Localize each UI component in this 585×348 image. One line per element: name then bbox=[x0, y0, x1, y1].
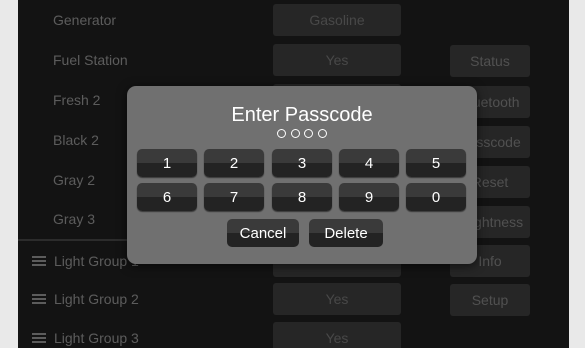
key-4[interactable]: 4 bbox=[339, 149, 399, 177]
delete-button[interactable]: Delete bbox=[309, 219, 383, 247]
cancel-button[interactable]: Cancel bbox=[227, 219, 299, 247]
passcode-indicator bbox=[127, 127, 477, 141]
key-5[interactable]: 5 bbox=[406, 149, 466, 177]
screen: Generator Gasoline Fuel Station Yes Fres… bbox=[18, 0, 569, 348]
digit-indicator-icon bbox=[304, 129, 314, 138]
digit-indicator-icon bbox=[277, 129, 287, 138]
key-9[interactable]: 9 bbox=[339, 183, 399, 211]
key-8[interactable]: 8 bbox=[272, 183, 332, 211]
key-1[interactable]: 1 bbox=[137, 149, 197, 177]
key-2[interactable]: 2 bbox=[204, 149, 264, 177]
key-6[interactable]: 6 bbox=[137, 183, 197, 211]
digit-indicator-icon bbox=[317, 129, 327, 138]
key-0[interactable]: 0 bbox=[406, 183, 466, 211]
digit-indicator-icon bbox=[290, 129, 300, 138]
key-7[interactable]: 7 bbox=[204, 183, 264, 211]
dialog-title: Enter Passcode bbox=[231, 104, 373, 126]
passcode-dialog: Enter Passcode 1 2 3 4 5 6 7 8 9 0 Cance… bbox=[127, 86, 477, 264]
key-3[interactable]: 3 bbox=[272, 149, 332, 177]
